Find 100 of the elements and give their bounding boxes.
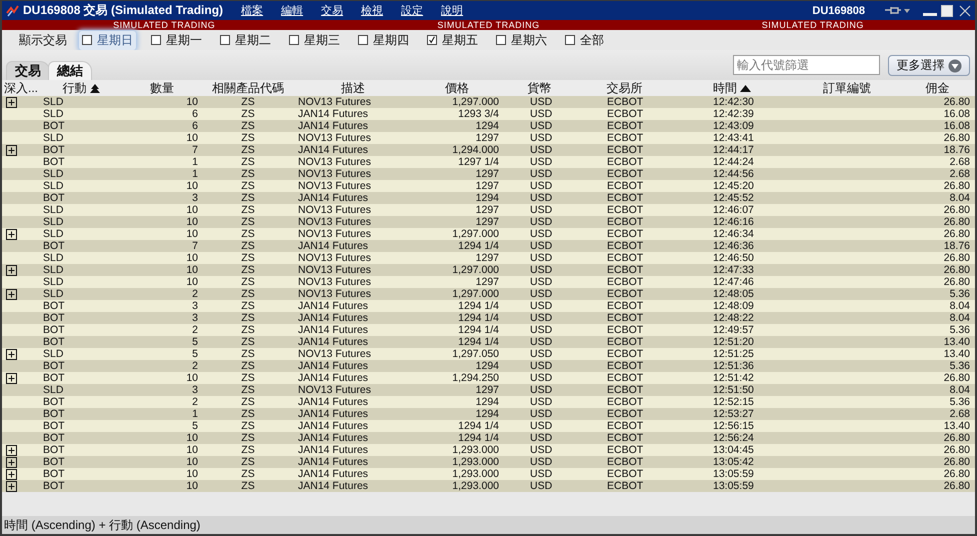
table-cell-text: 12:48:22 [712, 312, 755, 324]
day-checkbox[interactable]: 全部 [562, 30, 607, 50]
column-header[interactable]: 訂單編號 [823, 80, 871, 97]
menu-item[interactable]: 交易 [321, 3, 344, 18]
menu-item[interactable]: 說明 [441, 3, 464, 18]
table-row[interactable]: SLD 10 ZS NOV13 Futures 1297 USD ECBOT 12:43:41 26.80 [2, 132, 975, 144]
expand-icon[interactable] [6, 228, 17, 240]
tab[interactable]: 總結 [48, 61, 92, 80]
table-row[interactable]: BOT 7 ZS JAN14 Futures 1294 1/4 USD ECBOT 12:46:36 18.76 [2, 240, 975, 252]
table-row[interactable]: BOT 6 ZS JAN14 Futures 1294 USD ECBOT 12:43:09 16.08 [2, 120, 975, 132]
table-row[interactable]: SLD 10 ZS NOV13 Futures 1297 USD ECBOT 12:46:50 26.80 [2, 252, 975, 264]
table-row[interactable]: BOT 2 ZS JAN14 Futures 1294 USD ECBOT 12:51:36 5.36 [2, 360, 975, 372]
pin-icon[interactable] [885, 6, 911, 15]
table-cell-text: NOV13 Futures [297, 264, 372, 276]
day-checkbox[interactable]: 星期四 [355, 30, 412, 50]
table-cell-text: ZS [240, 192, 256, 204]
tab[interactable]: 交易 [6, 61, 50, 80]
column-header[interactable]: 價格 [445, 80, 469, 97]
column-header[interactable]: 時間 [713, 80, 737, 97]
table-cell-text: ZS [240, 180, 256, 192]
table-cell-text: 10 [185, 480, 199, 492]
table-row[interactable]: BOT 10 ZS JAN14 Futures 1,293.000 USD ECBOT 13:04:45 26.80 [2, 444, 975, 456]
table-cell-text: ECBOT [606, 288, 644, 300]
maximize-icon[interactable] [941, 4, 953, 16]
column-header[interactable]: 佣金 [926, 80, 950, 97]
menu-item[interactable]: 檢視 [361, 3, 384, 18]
table-row[interactable]: BOT 10 ZS JAN14 Futures 1,293.000 USD ECBOT 13:05:59 26.80 [2, 468, 975, 480]
more-options-button[interactable]: 更多選擇 [888, 55, 970, 76]
table-row[interactable]: SLD 3 ZS NOV13 Futures 1297 USD ECBOT 12:51:50 8.04 [2, 384, 975, 396]
table-row[interactable]: SLD 10 ZS NOV13 Futures 1,297.000 USD ECBOT 12:42:30 26.80 [2, 96, 975, 108]
table-cell-text: 2 [191, 396, 199, 408]
expand-icon[interactable] [6, 96, 17, 108]
table-cell-text: 1297 [474, 384, 500, 396]
column-header[interactable]: 描述 [341, 80, 365, 97]
table-row[interactable]: BOT 3 ZS JAN14 Futures 1294 USD ECBOT 12:45:52 8.04 [2, 192, 975, 204]
day-checkbox[interactable]: 星期五 [424, 30, 481, 50]
table-cell-text: ECBOT [606, 96, 644, 108]
table-row[interactable]: SLD 2 ZS NOV13 Futures 1,297.000 USD ECBOT 12:48:05 5.36 [2, 288, 975, 300]
table-row[interactable]: SLD 10 ZS NOV13 Futures 1297 USD ECBOT 12:45:20 26.80 [2, 180, 975, 192]
table-row[interactable]: SLD 1 ZS NOV13 Futures 1297 USD ECBOT 12:44:56 2.68 [2, 168, 975, 180]
expand-icon[interactable] [6, 480, 17, 492]
day-checkbox[interactable]: 星期日 [79, 30, 136, 50]
expand-icon[interactable] [6, 348, 17, 360]
table-row[interactable]: SLD 6 ZS JAN14 Futures 1293 3/4 USD ECBOT 12:42:39 16.08 [2, 108, 975, 120]
menu-item[interactable]: 設定 [401, 3, 424, 18]
table-row[interactable]: BOT 7 ZS JAN14 Futures 1,294.000 USD ECBOT 12:44:17 18.76 [2, 144, 975, 156]
table-cell-text: 26.80 [942, 264, 971, 276]
table-row[interactable]: BOT 10 ZS JAN14 Futures 1,293.000 USD ECBOT 13:05:59 26.80 [2, 480, 975, 492]
day-checkbox[interactable]: 星期一 [148, 30, 205, 50]
day-checkbox[interactable]: 星期三 [286, 30, 343, 50]
expand-icon[interactable] [6, 264, 17, 276]
table-row[interactable]: SLD 10 ZS NOV13 Futures 1297 USD ECBOT 12:46:07 26.80 [2, 204, 975, 216]
table-cell-text: 1,293.000 [451, 480, 500, 492]
column-header[interactable]: 深入... [4, 80, 38, 97]
expand-icon[interactable] [6, 144, 17, 156]
table-row[interactable]: BOT 3 ZS JAN14 Futures 1294 1/4 USD ECBOT 12:48:09 8.04 [2, 300, 975, 312]
column-header[interactable]: 相關產品代碼 [212, 80, 284, 97]
expand-icon[interactable] [6, 288, 17, 300]
table-cell-text: 26.80 [942, 180, 971, 192]
table-cell-text: 8.04 [948, 384, 971, 396]
table-row[interactable]: SLD 10 ZS NOV13 Futures 1,297.000 USD ECBOT 12:46:34 26.80 [2, 228, 975, 240]
table-cell-text: ECBOT [606, 204, 644, 216]
menu-item[interactable]: 檔案 [241, 3, 264, 18]
table-row[interactable]: SLD 10 ZS NOV13 Futures 1,297.000 USD ECBOT 12:47:33 26.80 [2, 264, 975, 276]
expand-icon[interactable] [6, 444, 17, 456]
table-row[interactable]: BOT 3 ZS JAN14 Futures 1294 1/4 USD ECBOT 12:48:22 8.04 [2, 312, 975, 324]
table-row[interactable]: BOT 5 ZS JAN14 Futures 1294 1/4 USD ECBOT 12:51:20 13.40 [2, 336, 975, 348]
table-cell-text: 1297 [474, 180, 500, 192]
day-checkbox[interactable]: 星期六 [493, 30, 550, 50]
day-checkbox[interactable]: 星期二 [217, 30, 274, 50]
table-row[interactable]: BOT 5 ZS JAN14 Futures 1294 1/4 USD ECBOT 12:56:15 13.40 [2, 420, 975, 432]
table-cell-text: 1297 [474, 276, 500, 288]
table-row[interactable]: BOT 10 ZS JAN14 Futures 1294 1/4 USD ECBOT 12:56:24 26.80 [2, 432, 975, 444]
table-row[interactable]: BOT 1 ZS NOV13 Futures 1297 1/4 USD ECBOT 12:44:24 2.68 [2, 156, 975, 168]
column-header[interactable]: 貨幣 [528, 80, 552, 97]
table-cell-text: NOV13 Futures [297, 180, 372, 192]
table-cell-text: 1297 1/4 [457, 156, 500, 168]
table-row[interactable]: BOT 10 ZS JAN14 Futures 1,293.000 USD ECBOT 13:05:42 26.80 [2, 456, 975, 468]
expand-icon[interactable] [6, 372, 17, 384]
table-row[interactable]: SLD 10 ZS NOV13 Futures 1297 USD ECBOT 12:46:16 26.80 [2, 216, 975, 228]
table-row[interactable]: BOT 10 ZS JAN14 Futures 1,294.250 USD ECBOT 12:51:42 26.80 [2, 372, 975, 384]
close-icon[interactable] [959, 4, 971, 16]
table-cell-text: ZS [240, 156, 256, 168]
table-row[interactable]: SLD 5 ZS NOV13 Futures 1,297.050 USD ECBOT 12:51:25 13.40 [2, 348, 975, 360]
column-header[interactable]: 數量 [150, 80, 174, 97]
symbol-filter-field[interactable]: 輸入代號篩選 [733, 55, 880, 75]
expand-icon[interactable] [6, 456, 17, 468]
expand-icon[interactable] [6, 468, 17, 480]
table-cell-text: 2 [191, 360, 199, 372]
table-row[interactable]: BOT 2 ZS JAN14 Futures 1294 USD ECBOT 12:52:15 5.36 [2, 396, 975, 408]
table-row[interactable]: BOT 2 ZS JAN14 Futures 1294 1/4 USD ECBOT 12:49:57 5.36 [2, 324, 975, 336]
table-cell-text: BOT [42, 432, 66, 444]
column-header[interactable]: 交易所 [606, 80, 642, 97]
table-row[interactable]: SLD 10 ZS NOV13 Futures 1297 USD ECBOT 12:47:46 26.80 [2, 276, 975, 288]
table-cell-text: 1,294.000 [451, 144, 500, 156]
menu-item[interactable]: 編輯 [281, 3, 304, 18]
table-row[interactable]: BOT 1 ZS JAN14 Futures 1294 USD ECBOT 12:53:27 2.68 [2, 408, 975, 420]
column-header[interactable]: 行動 [62, 80, 86, 97]
table-cell-text: ECBOT [606, 264, 644, 276]
table-cell-text: JAN14 Futures [297, 360, 370, 372]
